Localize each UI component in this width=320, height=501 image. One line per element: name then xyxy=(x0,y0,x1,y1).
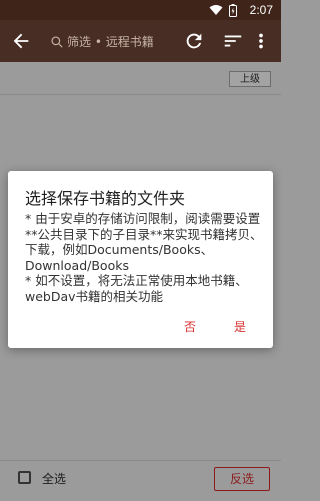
up-level-button[interactable]: 上级 xyxy=(229,71,271,87)
dialog-no-button[interactable]: 否 xyxy=(184,318,196,335)
dialog-title: 选择保存书籍的文件夹 xyxy=(25,189,186,208)
back-arrow-icon[interactable] xyxy=(10,30,32,52)
invert-selection-button[interactable]: 反选 xyxy=(214,467,270,491)
toolbar: 筛选 • 远程书籍 xyxy=(0,20,281,62)
status-icons xyxy=(209,3,237,17)
status-bar: 2:07 xyxy=(0,0,281,20)
status-time: 2:07 xyxy=(249,3,273,17)
wifi-icon xyxy=(209,4,223,16)
folder-select-dialog: 选择保存书籍的文件夹 * 由于安卓的存储访问限制，阅读需要设置**公共目录下的子… xyxy=(8,171,273,348)
dialog-yes-button[interactable]: 是 xyxy=(234,318,246,335)
search-icon xyxy=(50,34,64,48)
more-vert-icon[interactable] xyxy=(256,30,278,52)
refresh-icon[interactable] xyxy=(183,30,205,52)
dialog-message: * 由于安卓的存储访问限制，阅读需要设置**公共目录下的子目录**来实现书籍拷贝… xyxy=(25,211,263,304)
search-input[interactable]: 筛选 • 远程书籍 xyxy=(50,28,174,54)
select-all-checkbox[interactable] xyxy=(18,471,31,484)
select-all-label[interactable]: 全选 xyxy=(42,470,66,487)
search-placeholder: 筛选 • 远程书籍 xyxy=(67,34,154,49)
battery-icon xyxy=(229,3,237,17)
sort-icon[interactable] xyxy=(222,30,244,52)
